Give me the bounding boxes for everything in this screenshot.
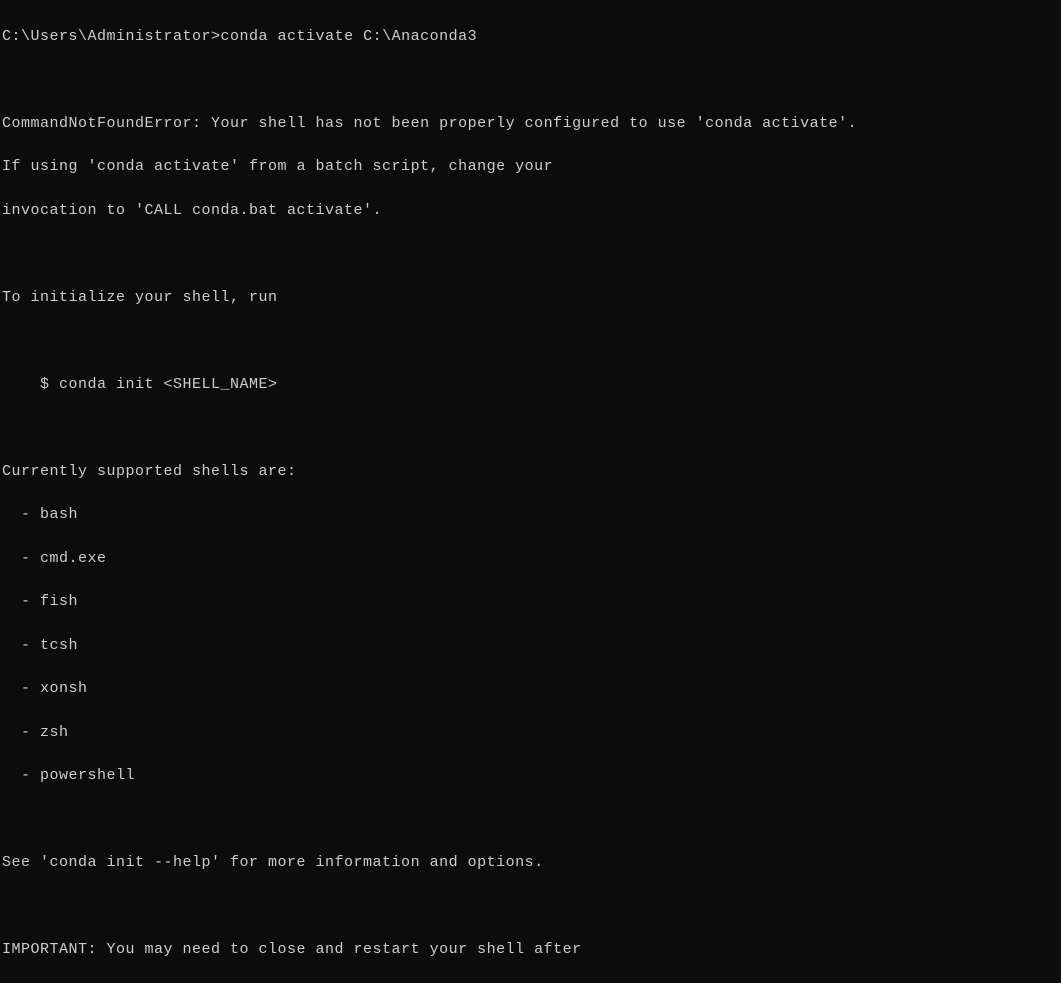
- shell-item-fish: - fish: [2, 591, 1059, 613]
- terminal-output[interactable]: C:\Users\Administrator>conda activate C:…: [2, 4, 1059, 983]
- prompt-line: C:\Users\Administrator>conda activate C:…: [2, 26, 1059, 48]
- prompt-command: conda activate C:\Anaconda3: [221, 28, 478, 45]
- shell-item-tcsh: - tcsh: [2, 635, 1059, 657]
- shell-item-powershell: - powershell: [2, 765, 1059, 787]
- blank-line: [2, 809, 1059, 831]
- blank-line: [2, 417, 1059, 439]
- blank-line: [2, 330, 1059, 352]
- blank-line: [2, 69, 1059, 91]
- important-text: IMPORTANT: You may need to close and res…: [2, 939, 1059, 961]
- help-text: See 'conda init --help' for more informa…: [2, 852, 1059, 874]
- error-line2: If using 'conda activate' from a batch s…: [2, 156, 1059, 178]
- blank-line: [2, 243, 1059, 265]
- init-intro: To initialize your shell, run: [2, 287, 1059, 309]
- shell-item-cmdexe: - cmd.exe: [2, 548, 1059, 570]
- blank-line: [2, 896, 1059, 918]
- shells-header: Currently supported shells are:: [2, 461, 1059, 483]
- shell-item-xonsh: - xonsh: [2, 678, 1059, 700]
- shell-item-bash: - bash: [2, 504, 1059, 526]
- init-command: $ conda init <SHELL_NAME>: [2, 374, 1059, 396]
- prompt-path: C:\Users\Administrator>: [2, 28, 221, 45]
- shell-item-zsh: - zsh: [2, 722, 1059, 744]
- error-title: CommandNotFoundError: Your shell has not…: [2, 113, 1059, 135]
- error-line3: invocation to 'CALL conda.bat activate'.: [2, 200, 1059, 222]
